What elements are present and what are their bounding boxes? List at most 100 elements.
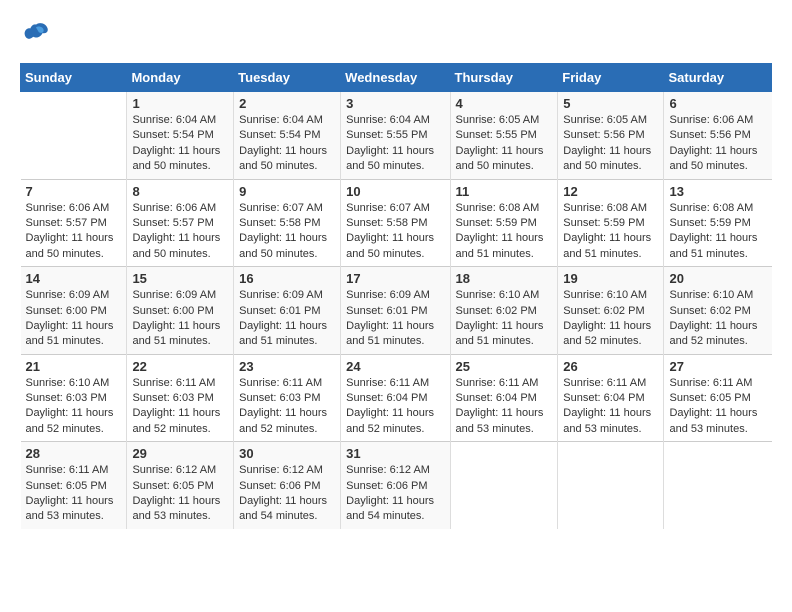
calendar-cell: 30 Sunrise: 6:12 AMSunset: 6:06 PMDayligh…: [234, 442, 341, 529]
day-info: Sunrise: 6:08 AMSunset: 5:59 PMDaylight:…: [563, 201, 658, 263]
day-number: 11: [456, 184, 553, 199]
day-number: 23: [239, 359, 335, 374]
day-info: Sunrise: 6:09 AMSunset: 6:01 PMDaylight:…: [239, 288, 335, 350]
day-number: 30: [239, 446, 335, 461]
day-info: Sunrise: 6:11 AMSunset: 6:03 PMDaylight:…: [239, 376, 335, 438]
day-number: 16: [239, 271, 335, 286]
day-number: 12: [563, 184, 658, 199]
week-row-5: 28 Sunrise: 6:11 AMSunset: 6:05 PMDayligh…: [21, 442, 772, 529]
day-info: Sunrise: 6:09 AMSunset: 6:01 PMDaylight:…: [346, 288, 444, 350]
day-number: 25: [456, 359, 553, 374]
calendar-cell: 14 Sunrise: 6:09 AMSunset: 6:00 PMDayligh…: [21, 267, 127, 355]
day-info: Sunrise: 6:08 AMSunset: 5:59 PMDaylight:…: [456, 201, 553, 263]
day-info: Sunrise: 6:04 AMSunset: 5:54 PMDaylight:…: [132, 113, 228, 175]
day-info: Sunrise: 6:12 AMSunset: 6:06 PMDaylight:…: [239, 463, 335, 525]
calendar-cell: 23 Sunrise: 6:11 AMSunset: 6:03 PMDayligh…: [234, 354, 341, 442]
day-number: 15: [132, 271, 228, 286]
calendar-cell: 19 Sunrise: 6:10 AMSunset: 6:02 PMDayligh…: [558, 267, 664, 355]
calendar-cell: 15 Sunrise: 6:09 AMSunset: 6:00 PMDayligh…: [127, 267, 234, 355]
day-info: Sunrise: 6:11 AMSunset: 6:04 PMDaylight:…: [346, 376, 444, 438]
calendar-cell: [558, 442, 664, 529]
calendar-cell: 8 Sunrise: 6:06 AMSunset: 5:57 PMDaylight…: [127, 179, 234, 267]
calendar-cell: 11 Sunrise: 6:08 AMSunset: 5:59 PMDayligh…: [450, 179, 558, 267]
calendar-cell: 29 Sunrise: 6:12 AMSunset: 6:05 PMDayligh…: [127, 442, 234, 529]
day-info: Sunrise: 6:10 AMSunset: 6:02 PMDaylight:…: [669, 288, 766, 350]
day-info: Sunrise: 6:05 AMSunset: 5:56 PMDaylight:…: [563, 113, 658, 175]
week-row-2: 7 Sunrise: 6:06 AMSunset: 5:57 PMDaylight…: [21, 179, 772, 267]
day-number: 20: [669, 271, 766, 286]
day-number: 5: [563, 96, 658, 111]
column-header-tuesday: Tuesday: [234, 64, 341, 92]
day-number: 18: [456, 271, 553, 286]
column-header-monday: Monday: [127, 64, 234, 92]
day-number: 24: [346, 359, 444, 374]
calendar-cell: 3Sunrise: 6:04 AMSunset: 5:55 PMDaylight…: [341, 92, 450, 180]
day-info: Sunrise: 6:06 AMSunset: 5:57 PMDaylight:…: [132, 201, 228, 263]
calendar-cell: 20 Sunrise: 6:10 AMSunset: 6:02 PMDayligh…: [664, 267, 772, 355]
day-number: 27: [669, 359, 766, 374]
day-info: Sunrise: 6:07 AMSunset: 5:58 PMDaylight:…: [346, 201, 444, 263]
day-number: 6: [669, 96, 766, 111]
calendar-cell: 10Sunrise: 6:07 AMSunset: 5:58 PMDayligh…: [341, 179, 450, 267]
day-number: 28: [26, 446, 122, 461]
calendar-cell: 17 Sunrise: 6:09 AMSunset: 6:01 PMDayligh…: [341, 267, 450, 355]
day-info: Sunrise: 6:06 AMSunset: 5:57 PMDaylight:…: [26, 201, 122, 263]
calendar-cell: 26Sunrise: 6:11 AMSunset: 6:04 PMDayligh…: [558, 354, 664, 442]
calendar-cell: [21, 92, 127, 180]
calendar-cell: 13Sunrise: 6:08 AMSunset: 5:59 PMDayligh…: [664, 179, 772, 267]
day-number: 4: [456, 96, 553, 111]
logo: [20, 20, 50, 53]
column-header-thursday: Thursday: [450, 64, 558, 92]
day-number: 14: [26, 271, 122, 286]
day-info: Sunrise: 6:07 AMSunset: 5:58 PMDaylight:…: [239, 201, 335, 263]
calendar-cell: [664, 442, 772, 529]
calendar-cell: 7 Sunrise: 6:06 AMSunset: 5:57 PMDaylight…: [21, 179, 127, 267]
day-info: Sunrise: 6:11 AMSunset: 6:05 PMDaylight:…: [26, 463, 122, 525]
week-row-1: 1 Sunrise: 6:04 AMSunset: 5:54 PMDaylight…: [21, 92, 772, 180]
day-number: 22: [132, 359, 228, 374]
week-row-3: 14 Sunrise: 6:09 AMSunset: 6:00 PMDayligh…: [21, 267, 772, 355]
column-header-friday: Friday: [558, 64, 664, 92]
week-row-4: 21 Sunrise: 6:10 AMSunset: 6:03 PMDayligh…: [21, 354, 772, 442]
day-number: 21: [26, 359, 122, 374]
day-info: Sunrise: 6:10 AMSunset: 6:02 PMDaylight:…: [563, 288, 658, 350]
day-number: 8: [132, 184, 228, 199]
page-header: [20, 20, 772, 53]
day-info: Sunrise: 6:12 AMSunset: 6:05 PMDaylight:…: [132, 463, 228, 525]
day-number: 19: [563, 271, 658, 286]
day-info: Sunrise: 6:11 AMSunset: 6:04 PMDaylight:…: [456, 376, 553, 438]
day-info: Sunrise: 6:11 AMSunset: 6:05 PMDaylight:…: [669, 376, 766, 438]
day-info: Sunrise: 6:10 AMSunset: 6:02 PMDaylight:…: [456, 288, 553, 350]
day-info: Sunrise: 6:05 AMSunset: 5:55 PMDaylight:…: [456, 113, 553, 175]
day-number: 29: [132, 446, 228, 461]
day-info: Sunrise: 6:10 AMSunset: 6:03 PMDaylight:…: [26, 376, 122, 438]
day-number: 3: [346, 96, 444, 111]
calendar-cell: 18 Sunrise: 6:10 AMSunset: 6:02 PMDayligh…: [450, 267, 558, 355]
calendar-cell: [450, 442, 558, 529]
day-number: 31: [346, 446, 444, 461]
column-header-sunday: Sunday: [21, 64, 127, 92]
day-info: Sunrise: 6:09 AMSunset: 6:00 PMDaylight:…: [26, 288, 122, 350]
calendar-cell: 21 Sunrise: 6:10 AMSunset: 6:03 PMDayligh…: [21, 354, 127, 442]
calendar-cell: 22Sunrise: 6:11 AMSunset: 6:03 PMDayligh…: [127, 354, 234, 442]
calendar-cell: 28 Sunrise: 6:11 AMSunset: 6:05 PMDayligh…: [21, 442, 127, 529]
day-number: 7: [26, 184, 122, 199]
day-number: 17: [346, 271, 444, 286]
day-info: Sunrise: 6:12 AMSunset: 6:06 PMDaylight:…: [346, 463, 444, 525]
calendar-cell: 2Sunrise: 6:04 AMSunset: 5:54 PMDaylight…: [234, 92, 341, 180]
day-number: 9: [239, 184, 335, 199]
calendar-header-row: SundayMondayTuesdayWednesdayThursdayFrid…: [21, 64, 772, 92]
calendar-cell: 16 Sunrise: 6:09 AMSunset: 6:01 PMDayligh…: [234, 267, 341, 355]
day-number: 13: [669, 184, 766, 199]
calendar-cell: 12 Sunrise: 6:08 AMSunset: 5:59 PMDayligh…: [558, 179, 664, 267]
day-info: Sunrise: 6:04 AMSunset: 5:54 PMDaylight:…: [239, 113, 335, 175]
calendar-cell: 25 Sunrise: 6:11 AMSunset: 6:04 PMDayligh…: [450, 354, 558, 442]
day-number: 1: [132, 96, 228, 111]
column-header-saturday: Saturday: [664, 64, 772, 92]
calendar-cell: 6Sunrise: 6:06 AMSunset: 5:56 PMDaylight…: [664, 92, 772, 180]
calendar-cell: 27 Sunrise: 6:11 AMSunset: 6:05 PMDayligh…: [664, 354, 772, 442]
calendar-cell: 5 Sunrise: 6:05 AMSunset: 5:56 PMDaylight…: [558, 92, 664, 180]
day-info: Sunrise: 6:09 AMSunset: 6:00 PMDaylight:…: [132, 288, 228, 350]
calendar-cell: 1 Sunrise: 6:04 AMSunset: 5:54 PMDaylight…: [127, 92, 234, 180]
column-header-wednesday: Wednesday: [341, 64, 450, 92]
